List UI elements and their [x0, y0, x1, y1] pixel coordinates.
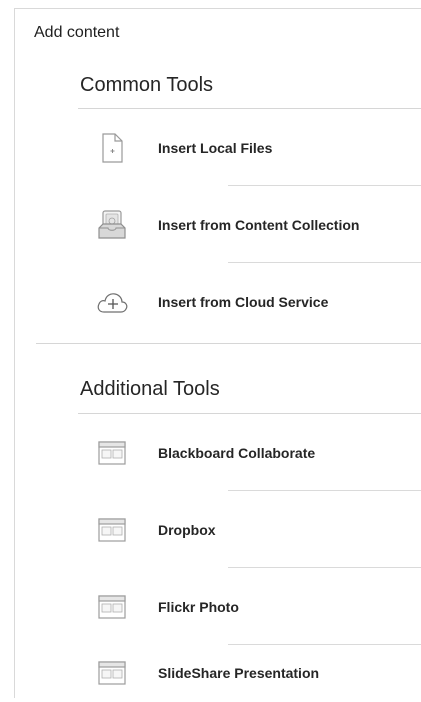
- insert-local-files-label: Insert Local Files: [158, 139, 273, 156]
- blackboard-collaborate-label: Blackboard Collaborate: [158, 444, 316, 461]
- panel-title: Add content: [34, 24, 120, 41]
- file-icon: [96, 132, 128, 164]
- cloud-plus-icon: [96, 286, 128, 318]
- common-tools-heading: Common Tools: [80, 74, 214, 96]
- blackboard-collaborate-item[interactable]: Blackboard Collaborate: [78, 414, 421, 491]
- window-tool-icon: [96, 514, 128, 546]
- insert-from-cloud-service-label: Insert from Cloud Service: [158, 293, 329, 310]
- insert-from-content-collection-label: Insert from Content Collection: [158, 216, 360, 233]
- window-tool-icon: [96, 657, 128, 689]
- content-collection-icon: [96, 209, 128, 241]
- insert-from-content-collection-item[interactable]: Insert from Content Collection: [78, 186, 421, 263]
- window-tool-icon: [96, 437, 128, 469]
- dropbox-label: Dropbox: [158, 521, 216, 538]
- insert-from-cloud-service-item[interactable]: Insert from Cloud Service: [78, 263, 421, 340]
- slideshare-presentation-label: SlideShare Presentation: [158, 665, 320, 681]
- insert-local-files-item[interactable]: Insert Local Files: [78, 109, 421, 186]
- flickr-photo-label: Flickr Photo: [158, 598, 239, 615]
- section-divider: [36, 343, 421, 344]
- additional-tools-heading: Additional Tools: [80, 378, 220, 400]
- dropbox-item[interactable]: Dropbox: [78, 491, 421, 568]
- flickr-photo-item[interactable]: Flickr Photo: [78, 568, 421, 645]
- slideshare-presentation-item[interactable]: SlideShare Presentation: [78, 645, 421, 701]
- window-tool-icon: [96, 591, 128, 623]
